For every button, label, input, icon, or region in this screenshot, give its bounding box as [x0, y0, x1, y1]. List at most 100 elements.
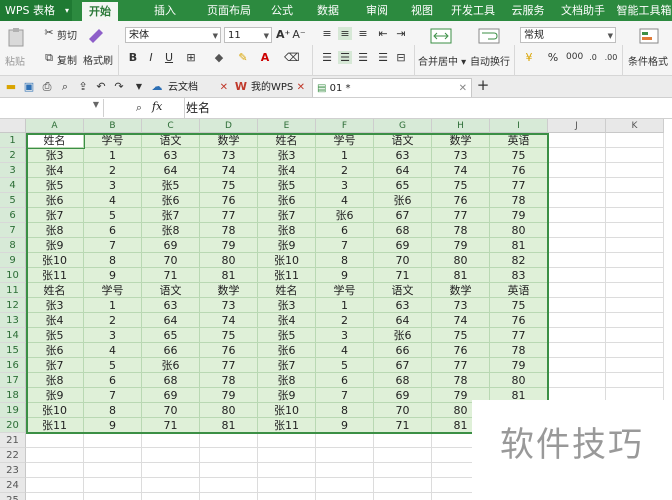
- cell[interactable]: [84, 493, 142, 500]
- cell[interactable]: 9: [316, 268, 374, 283]
- indent-decrease-icon[interactable]: ⇤: [376, 27, 390, 40]
- cell[interactable]: 张11: [258, 268, 316, 283]
- cell[interactable]: [606, 328, 664, 343]
- cell[interactable]: 6: [84, 223, 142, 238]
- cell[interactable]: [84, 433, 142, 448]
- cell[interactable]: [548, 313, 606, 328]
- cell[interactable]: [548, 358, 606, 373]
- cell[interactable]: [606, 283, 664, 298]
- cell[interactable]: [374, 493, 432, 500]
- cell[interactable]: 8: [316, 253, 374, 268]
- cell[interactable]: [84, 463, 142, 478]
- new-tab-icon[interactable]: +: [476, 78, 490, 93]
- cell[interactable]: [606, 208, 664, 223]
- cell[interactable]: 64: [374, 163, 432, 178]
- cell[interactable]: [548, 148, 606, 163]
- row-header[interactable]: 22: [0, 448, 26, 463]
- cell[interactable]: [548, 133, 606, 148]
- app-menu-button[interactable]: WPS 表格 ▾: [0, 0, 72, 21]
- row-header[interactable]: 21: [0, 433, 26, 448]
- cell[interactable]: 英语: [490, 133, 548, 148]
- close-icon[interactable]: ✕: [297, 78, 305, 97]
- font-color-icon[interactable]: A: [258, 51, 272, 64]
- cell[interactable]: [606, 193, 664, 208]
- row-header[interactable]: 9: [0, 253, 26, 268]
- cell[interactable]: 张5: [142, 178, 200, 193]
- cell[interactable]: [26, 493, 84, 500]
- menu-tab-8[interactable]: 云服务: [508, 0, 548, 21]
- row-header[interactable]: 1: [0, 133, 26, 148]
- menu-tab-1[interactable]: 插入: [145, 0, 185, 21]
- highlight-icon[interactable]: ✎: [236, 51, 250, 64]
- cell[interactable]: 80: [490, 373, 548, 388]
- cell[interactable]: [142, 463, 200, 478]
- cell[interactable]: 学号: [84, 133, 142, 148]
- cell[interactable]: [548, 283, 606, 298]
- cell[interactable]: [200, 463, 258, 478]
- cell[interactable]: 张11: [26, 418, 84, 433]
- cell[interactable]: 82: [490, 253, 548, 268]
- cell[interactable]: [316, 478, 374, 493]
- cell[interactable]: [606, 373, 664, 388]
- cell[interactable]: [548, 178, 606, 193]
- column-header[interactable]: E: [258, 119, 316, 133]
- row-header[interactable]: 5: [0, 193, 26, 208]
- chevron-down-icon[interactable]: ▼: [132, 80, 146, 93]
- cell[interactable]: 5: [316, 358, 374, 373]
- cell[interactable]: 79: [490, 358, 548, 373]
- undo-icon[interactable]: ↶: [94, 80, 108, 93]
- cell[interactable]: [606, 223, 664, 238]
- print-preview-icon[interactable]: ⌕: [58, 80, 72, 93]
- cell[interactable]: 81: [432, 268, 490, 283]
- cell[interactable]: 张6: [142, 193, 200, 208]
- decrease-decimal-icon[interactable]: .00: [604, 51, 618, 64]
- row-header[interactable]: 14: [0, 328, 26, 343]
- cell[interactable]: [548, 343, 606, 358]
- cell[interactable]: [374, 433, 432, 448]
- cell[interactable]: 77: [200, 208, 258, 223]
- border-icon[interactable]: ⊞: [184, 51, 198, 64]
- indent-increase-icon[interactable]: ⇥: [394, 27, 408, 40]
- cell[interactable]: 73: [200, 148, 258, 163]
- cell[interactable]: 4: [84, 193, 142, 208]
- cell[interactable]: 69: [374, 388, 432, 403]
- bold-icon[interactable]: B: [126, 51, 140, 64]
- copy-button[interactable]: 复制: [57, 52, 77, 67]
- cell[interactable]: 数学: [432, 133, 490, 148]
- paste-button[interactable]: 粘贴: [5, 53, 25, 68]
- row-header[interactable]: 20: [0, 418, 26, 433]
- save-icon[interactable]: ▣: [22, 80, 36, 93]
- menu-tab-5[interactable]: 审阅: [356, 0, 398, 21]
- row-header[interactable]: 18: [0, 388, 26, 403]
- conditional-format-button[interactable]: 条件格式: [628, 53, 668, 68]
- cell[interactable]: [374, 478, 432, 493]
- cell[interactable]: 张6: [258, 343, 316, 358]
- cell[interactable]: 6: [316, 373, 374, 388]
- cell[interactable]: 数学: [432, 283, 490, 298]
- cell[interactable]: [200, 478, 258, 493]
- cell[interactable]: [142, 478, 200, 493]
- column-header[interactable]: C: [142, 119, 200, 133]
- cell[interactable]: 64: [142, 313, 200, 328]
- cell[interactable]: 1: [84, 148, 142, 163]
- cell[interactable]: 70: [142, 253, 200, 268]
- cell[interactable]: 74: [200, 163, 258, 178]
- cell[interactable]: 姓名: [26, 133, 84, 148]
- cell[interactable]: 张9: [26, 388, 84, 403]
- cell[interactable]: 69: [142, 238, 200, 253]
- cell[interactable]: 71: [374, 418, 432, 433]
- cell[interactable]: 学号: [84, 283, 142, 298]
- cut-button[interactable]: 剪切: [57, 27, 77, 42]
- cell[interactable]: 80: [200, 403, 258, 418]
- row-header[interactable]: 7: [0, 223, 26, 238]
- cell[interactable]: 张8: [258, 223, 316, 238]
- cell[interactable]: 张10: [258, 403, 316, 418]
- align-center-icon[interactable]: ☰: [338, 51, 352, 64]
- cell[interactable]: 66: [374, 343, 432, 358]
- cell[interactable]: 73: [200, 298, 258, 313]
- row-header[interactable]: 24: [0, 478, 26, 493]
- cell[interactable]: 2: [316, 313, 374, 328]
- cell[interactable]: 76: [432, 193, 490, 208]
- cell[interactable]: 张6: [316, 208, 374, 223]
- grow-font-icon[interactable]: A⁺: [276, 28, 290, 41]
